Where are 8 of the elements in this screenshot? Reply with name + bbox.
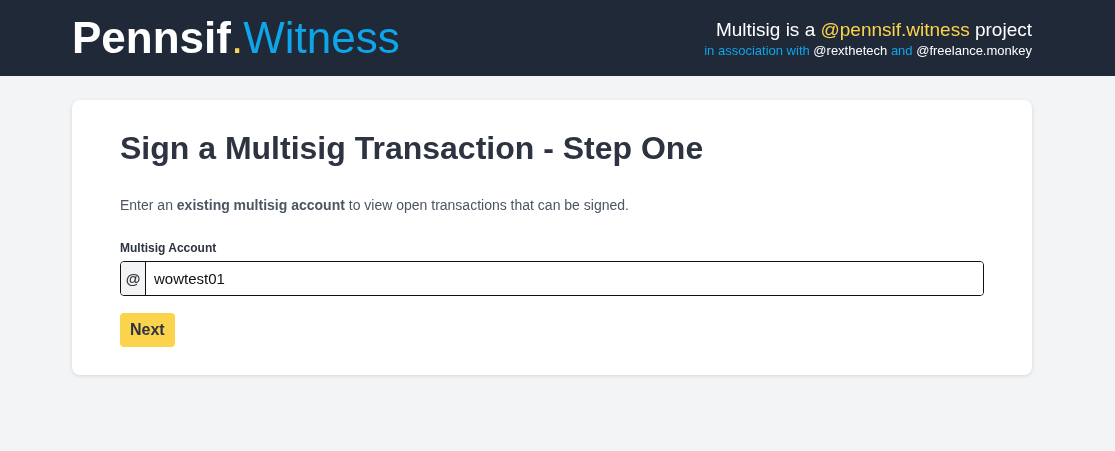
next-button[interactable]: Next [120, 313, 175, 347]
intro-text: Enter an existing multisig account to view open transactions that can be signed. [120, 197, 630, 213]
field-label: Multisig Account [120, 241, 218, 255]
page-title: Sign a Multisig Transaction - Step One [120, 130, 705, 167]
credits-line: in association with @rexthetech and @freelance.monkey [704, 42, 1032, 58]
account-field[interactable]: @ wowtest01 [120, 261, 984, 296]
project-tagline: Multisig is a @pennsif.witness project [715, 18, 1032, 41]
logo: Pennsif.Witness [72, 13, 400, 63]
